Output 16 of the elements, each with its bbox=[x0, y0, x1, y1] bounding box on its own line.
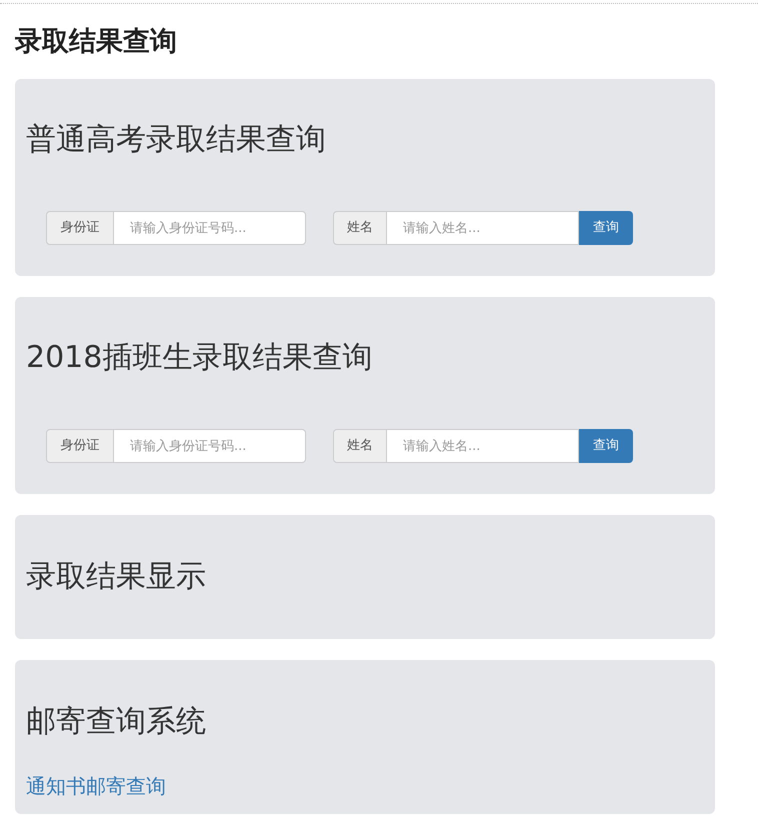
field-label: 姓名 bbox=[333, 211, 387, 245]
page-title: 录取结果查询 bbox=[15, 26, 178, 58]
section-heading: 普通高考录取结果查询 bbox=[26, 124, 327, 156]
field-label: 身份证 bbox=[46, 429, 114, 463]
search-button[interactable]: 查询 bbox=[579, 211, 633, 245]
input-field[interactable]: 请输入姓名... bbox=[387, 211, 579, 245]
section-heading: 邮寄查询系统 bbox=[26, 706, 207, 738]
section-heading: 2018插班生录取结果查询 bbox=[26, 342, 374, 374]
field-label: 姓名 bbox=[333, 429, 387, 463]
field-label: 身份证 bbox=[46, 211, 114, 245]
search-button[interactable]: 查询 bbox=[579, 429, 633, 463]
section-heading: 录取结果显示 bbox=[26, 561, 207, 593]
input-field[interactable]: 请输入身份证号码... bbox=[114, 429, 306, 463]
input-field[interactable]: 请输入身份证号码... bbox=[114, 211, 306, 245]
input-field[interactable]: 请输入姓名... bbox=[387, 429, 579, 463]
mail-query-link[interactable]: 通知书邮寄查询 bbox=[26, 774, 166, 798]
